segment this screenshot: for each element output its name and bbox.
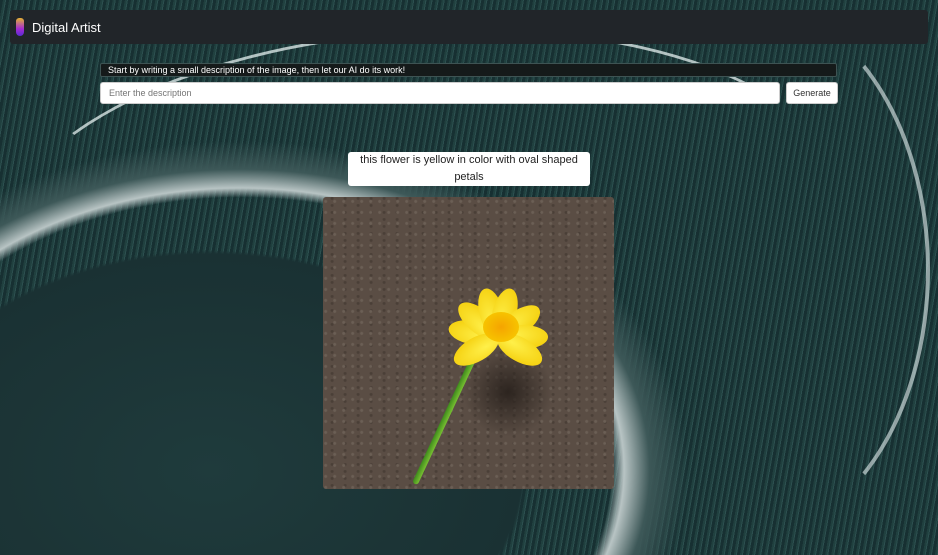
- pencil-logo-icon: [16, 18, 24, 36]
- background-streak: [560, 0, 930, 540]
- image-caption: this flower is yellow in color with oval…: [348, 152, 590, 186]
- description-input[interactable]: [100, 82, 780, 104]
- navbar: Digital Artist: [10, 10, 928, 44]
- generate-button[interactable]: Generate: [786, 82, 838, 104]
- instruction-text: Start by writing a small description of …: [100, 63, 837, 77]
- flower-center: [483, 312, 519, 342]
- brand-name[interactable]: Digital Artist: [32, 20, 101, 35]
- generated-image: [323, 197, 614, 489]
